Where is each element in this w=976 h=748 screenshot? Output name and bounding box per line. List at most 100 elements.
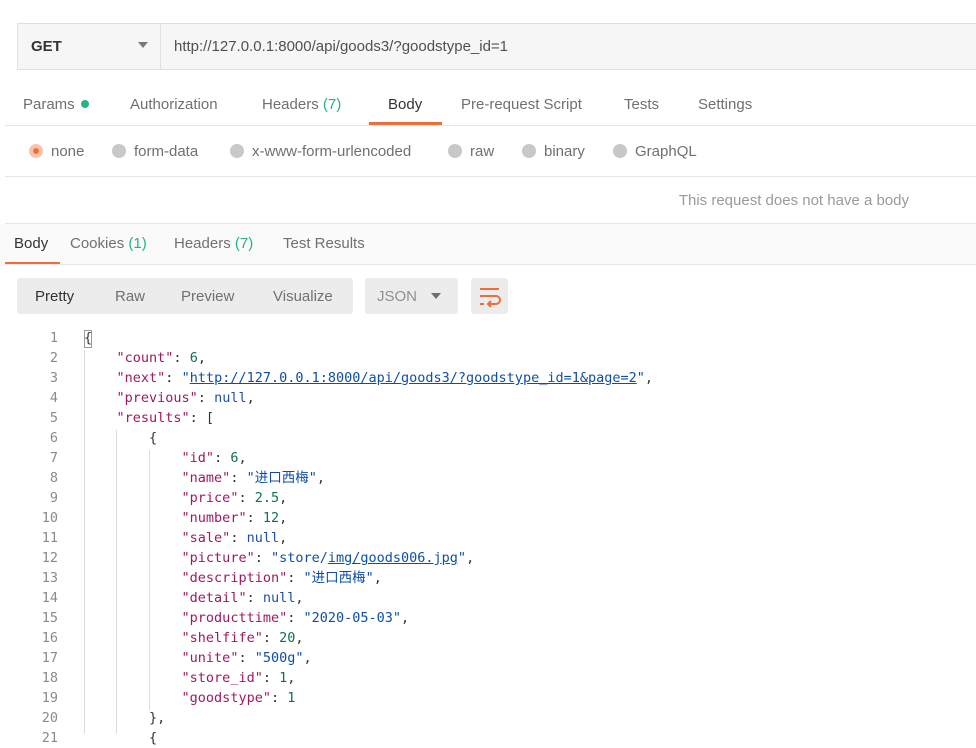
- code-token: "next": [116, 370, 166, 386]
- code-token: {: [84, 430, 158, 446]
- code-token: "2020-05-03": [303, 610, 402, 626]
- response-tab-headers[interactable]: Headers (7): [174, 235, 253, 252]
- code-line: 13 "description": "进口西梅",: [0, 568, 976, 588]
- code-token: :: [262, 630, 280, 646]
- line-number: 5: [49, 410, 58, 426]
- response-headers-count: (7): [234, 235, 254, 252]
- params-indicator-dot: [80, 100, 89, 108]
- code-token: ": [181, 370, 190, 386]
- line-number: 4: [49, 390, 58, 406]
- code-line: 4 "previous": null,: [0, 388, 976, 408]
- code-token: :: [246, 510, 263, 526]
- no-body-message: This request does not have a body: [678, 192, 909, 209]
- radio-form-data[interactable]: form-data: [112, 143, 198, 160]
- code-token: ,: [295, 590, 304, 606]
- code-text: "count": 6,: [84, 348, 206, 368]
- code-text: "picture": "store/img/goods006.jpg",: [84, 548, 475, 568]
- wrap-lines-icon: [480, 288, 501, 308]
- code-text: "id": 6,: [84, 448, 247, 468]
- method-select[interactable]: GET: [18, 24, 161, 69]
- line-number: 18: [41, 670, 58, 686]
- tab-authorization[interactable]: Authorization: [130, 96, 218, 113]
- code-token: :: [287, 570, 304, 586]
- response-tab-body[interactable]: Body: [14, 235, 48, 252]
- view-visualize-button[interactable]: Visualize: [273, 288, 333, 305]
- radio-binary[interactable]: binary: [522, 143, 585, 160]
- code-token: "count": [116, 350, 174, 366]
- code-token: "detail": [181, 590, 247, 606]
- code-line: 19 "goodstype": 1: [0, 688, 976, 708]
- code-line: 14 "detail": null,: [0, 588, 976, 608]
- line-number: 21: [41, 730, 58, 746]
- line-number: 16: [41, 630, 58, 646]
- code-line: 20 },: [0, 708, 976, 728]
- radio-urlencoded[interactable]: x-www-form-urlencoded: [230, 143, 411, 160]
- code-token: ,: [644, 370, 654, 386]
- code-token: 12: [262, 510, 280, 526]
- view-raw-button[interactable]: Raw: [115, 288, 145, 305]
- view-pretty-button[interactable]: Pretty: [35, 288, 74, 305]
- tab-settings[interactable]: Settings: [698, 96, 752, 113]
- code-line: 8 "name": "进口西梅",: [0, 468, 976, 488]
- code-token: "sale": [181, 530, 231, 546]
- radio-none[interactable]: none: [29, 143, 84, 160]
- code-token: 20: [279, 630, 296, 646]
- url-input[interactable]: [174, 24, 974, 69]
- line-number: 11: [41, 530, 58, 546]
- format-label: JSON: [377, 288, 418, 305]
- tab-prerequest-script[interactable]: Pre-request Script: [461, 96, 582, 113]
- method-label: GET: [31, 38, 62, 55]
- code-token: null: [262, 590, 296, 606]
- radio-graphql[interactable]: GraphQL: [613, 143, 697, 160]
- wrap-lines-button[interactable]: [471, 278, 508, 314]
- code-line: 18 "store_id": 1,: [0, 668, 976, 688]
- line-number: 12: [41, 550, 58, 566]
- code-token: :: [262, 670, 280, 686]
- code-token: "store_id": [181, 670, 263, 686]
- response-tab-test-results[interactable]: Test Results: [283, 235, 365, 252]
- radio-icon: [112, 144, 126, 158]
- tab-tests[interactable]: Tests: [624, 96, 659, 113]
- radio-raw[interactable]: raw: [448, 143, 494, 160]
- code-token: "进口西梅": [303, 570, 374, 586]
- code-token: :: [246, 590, 263, 606]
- code-token: "500g": [254, 650, 304, 666]
- tab-params[interactable]: Params: [23, 96, 89, 113]
- line-number: 3: [49, 370, 58, 386]
- code-token: 1: [287, 690, 296, 706]
- code-text: "description": "进口西梅",: [84, 568, 382, 588]
- format-select[interactable]: JSON: [365, 278, 458, 314]
- line-number: 15: [41, 610, 58, 626]
- code-token: ,: [279, 490, 288, 506]
- response-tab-cookies[interactable]: Cookies (1): [70, 235, 147, 252]
- code-line: 2 "count": 6,: [0, 348, 976, 368]
- tab-body[interactable]: Body: [388, 96, 422, 113]
- code-token: "results": [116, 410, 190, 426]
- headers-count: (7): [322, 96, 342, 113]
- chevron-down-icon: [138, 42, 148, 48]
- code-token: :: [165, 370, 182, 386]
- code-token: 6: [189, 350, 198, 366]
- divider: [5, 264, 976, 265]
- line-number: 2: [49, 350, 58, 366]
- code-line: 10 "number": 12,: [0, 508, 976, 528]
- code-line: 15 "producttime": "2020-05-03",: [0, 608, 976, 628]
- code-text: },: [84, 708, 165, 728]
- code-token[interactable]: img/goods006.jpg: [328, 550, 458, 566]
- divider: [5, 176, 976, 177]
- code-token: :: [230, 470, 247, 486]
- code-line: 11 "sale": null,: [0, 528, 976, 548]
- request-url-bar: GET: [17, 23, 976, 70]
- indent-guide: [149, 450, 150, 710]
- view-preview-button[interactable]: Preview: [181, 288, 234, 305]
- code-token[interactable]: http://127.0.0.1:8000/api/goods3/?goodst…: [190, 370, 637, 386]
- tab-headers[interactable]: Headers (7): [262, 96, 341, 113]
